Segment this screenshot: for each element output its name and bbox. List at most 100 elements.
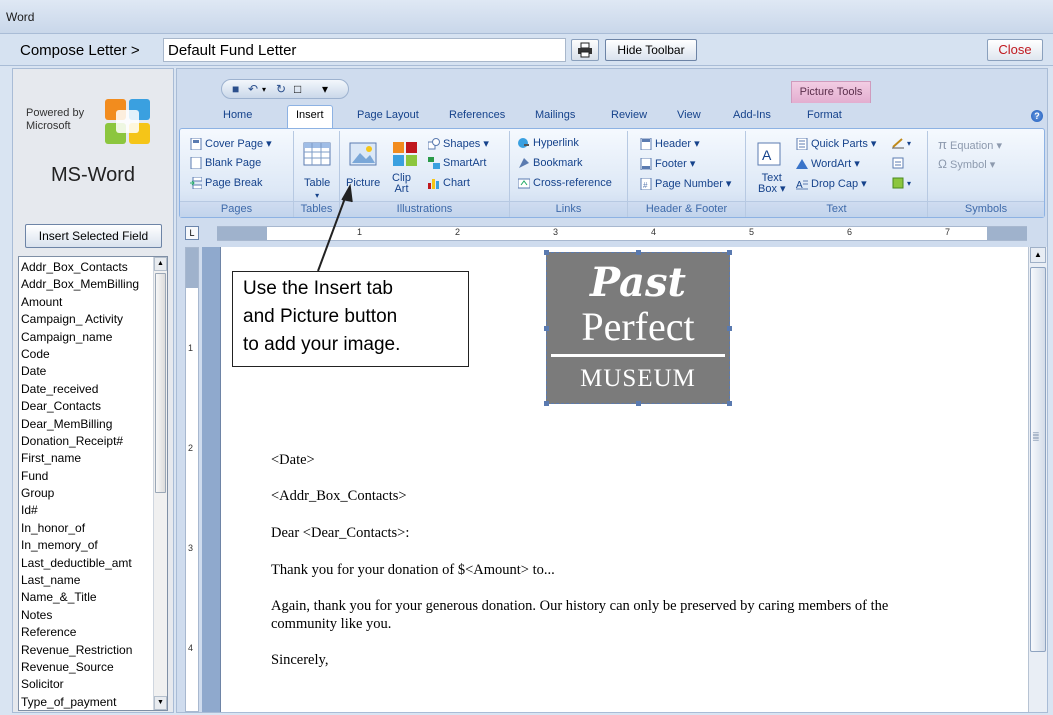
resize-handle[interactable] — [636, 401, 641, 406]
page-number-button[interactable]: # Page Number ▾ — [640, 177, 731, 191]
tab-format[interactable]: Format — [807, 109, 842, 121]
cover-page-button[interactable]: Cover Page ▾ — [190, 137, 272, 151]
page-break-button[interactable]: Page Break — [190, 177, 262, 190]
field-list-item[interactable]: Last_deductible_amt — [21, 555, 167, 572]
field-list-item[interactable]: Last_name — [21, 572, 167, 589]
tab-mailings[interactable]: Mailings — [535, 109, 575, 121]
tab-references[interactable]: References — [449, 109, 505, 121]
field-list-item[interactable]: Solicitor — [21, 676, 167, 693]
quick-access-toolbar: ■ ↶ ▾ ↻ □ ▾ — [221, 79, 349, 99]
field-list-item[interactable]: Type_of_payment — [21, 694, 167, 710]
field-list-item[interactable]: In_honor_of — [21, 520, 167, 537]
field-list-item[interactable]: Date_received — [21, 381, 167, 398]
tab-review[interactable]: Review — [611, 109, 647, 121]
field-list-item[interactable]: Campaign_ Activity — [21, 311, 167, 328]
scroll-down-arrow-icon[interactable]: ▼ — [154, 696, 167, 710]
chart-button[interactable]: Chart — [428, 177, 470, 190]
symbol-button[interactable]: Ω Symbol ▾ — [938, 157, 995, 171]
scroll-up-arrow-icon[interactable]: ▲ — [154, 257, 167, 271]
tab-insert[interactable]: Insert — [287, 105, 333, 129]
field-list-item[interactable]: Fund — [21, 468, 167, 485]
bookmark-button[interactable]: Bookmark — [518, 157, 583, 169]
field-list-item[interactable]: Name_&_Title — [21, 589, 167, 606]
quick-parts-button[interactable]: Quick Parts ▾ — [796, 137, 876, 151]
tab-page-layout[interactable]: Page Layout — [357, 109, 419, 121]
blank-page-button[interactable]: Blank Page — [190, 157, 261, 170]
resize-handle[interactable] — [544, 250, 549, 255]
table-button[interactable]: Table ▾ — [304, 177, 330, 201]
field-list-item[interactable]: First_name — [21, 450, 167, 467]
field-list-item[interactable]: In_memory_of — [21, 537, 167, 554]
text-box-button[interactable]: Text Box ▾ — [758, 173, 786, 195]
past-perfect-logo-image[interactable]: Past Perfect MUSEUM — [544, 250, 732, 406]
text-box-icon[interactable]: A — [754, 139, 784, 169]
insert-selected-field-button[interactable]: Insert Selected Field — [25, 224, 162, 248]
clip-art-button[interactable]: Clip Art — [392, 173, 411, 195]
customize-toolbar-icon[interactable]: ▾ — [322, 82, 328, 96]
field-list-item[interactable]: Dear_Contacts — [21, 398, 167, 415]
field-list-item[interactable]: Campaign_name — [21, 329, 167, 346]
field-list-item[interactable]: Date — [21, 363, 167, 380]
new-document-icon[interactable]: □ — [294, 82, 301, 96]
field-list-item[interactable]: Code — [21, 346, 167, 363]
equation-button[interactable]: π Equation ▾ — [938, 137, 1002, 152]
help-icon[interactable]: ? — [1031, 110, 1043, 122]
instruction-callout: Use the Insert tab and Picture button to… — [232, 271, 469, 367]
resize-handle[interactable] — [727, 401, 732, 406]
field-list-item[interactable]: Donation_Receipt# — [21, 433, 167, 450]
print-button[interactable] — [571, 39, 599, 61]
tab-add-ins[interactable]: Add-Ins — [733, 109, 771, 121]
undo-dropdown-icon[interactable]: ▾ — [262, 85, 266, 94]
undo-icon[interactable]: ↶ — [248, 82, 258, 96]
scroll-thumb[interactable] — [155, 273, 166, 493]
table-icon[interactable] — [302, 139, 332, 169]
tab-view[interactable]: View — [677, 109, 701, 121]
tab-selector[interactable]: L — [185, 226, 199, 240]
field-list-item[interactable]: Dear_MemBilling — [21, 416, 167, 433]
clip-art-icon[interactable] — [390, 139, 420, 169]
field-list-item[interactable]: Reference — [21, 624, 167, 641]
group-illustrations: Picture Clip Art Shapes ▾ SmartArt Chart … — [340, 131, 510, 217]
field-list-item[interactable]: Revenue_Source — [21, 659, 167, 676]
resize-handle[interactable] — [636, 250, 641, 255]
field-list-item[interactable]: Id# — [21, 502, 167, 519]
redo-icon[interactable]: ↻ — [276, 82, 286, 96]
header-button[interactable]: Header ▾ — [640, 137, 700, 151]
drop-cap-button[interactable]: A Drop Cap ▾ — [796, 177, 867, 190]
compose-bar: Compose Letter > Default Fund Letter Hid… — [0, 34, 1053, 66]
vertical-ruler[interactable]: 1 2 3 4 — [185, 247, 199, 712]
scroll-up-arrow-icon[interactable]: ▲ — [1030, 247, 1046, 263]
smartart-button[interactable]: SmartArt — [428, 157, 486, 170]
field-list-item[interactable]: Addr_Box_MemBilling — [21, 276, 167, 293]
picture-icon[interactable] — [348, 139, 378, 169]
hyperlink-button[interactable]: Hyperlink — [518, 137, 579, 149]
tab-home[interactable]: Home — [223, 109, 252, 121]
picture-button[interactable]: Picture — [346, 177, 380, 189]
field-list-item[interactable]: Notes — [21, 607, 167, 624]
resize-handle[interactable] — [727, 250, 732, 255]
cross-reference-button[interactable]: Cross-reference — [518, 177, 612, 189]
document-scroll-thumb[interactable] — [1030, 267, 1046, 652]
close-button[interactable]: Close — [987, 39, 1043, 61]
compose-label: Compose Letter > — [20, 42, 140, 59]
field-list[interactable]: Addr_Box_Contacts Addr_Box_MemBilling Amou… — [18, 256, 168, 711]
resize-handle[interactable] — [544, 401, 549, 406]
letter-name-field[interactable]: Default Fund Letter — [163, 38, 566, 62]
footer-button[interactable]: Footer ▾ — [640, 157, 695, 171]
table-label: Table — [304, 177, 331, 189]
hide-toolbar-button[interactable]: Hide Toolbar — [605, 39, 697, 61]
field-list-scrollbar[interactable]: ▲ ▼ — [153, 257, 167, 710]
field-list-item[interactable]: Amount — [21, 294, 167, 311]
document-scrollbar[interactable]: ▲ ═ ═ ═ — [1028, 247, 1047, 712]
field-list-item[interactable]: Group — [21, 485, 167, 502]
field-list-item[interactable]: Addr_Box_Contacts — [21, 259, 167, 276]
pi-icon: π — [938, 137, 947, 152]
save-icon[interactable]: ■ — [232, 82, 239, 96]
shapes-button[interactable]: Shapes ▾ — [428, 137, 489, 150]
signature-line-button[interactable]: ▾ — [892, 137, 911, 149]
insert-object-button[interactable]: ▾ — [892, 177, 911, 189]
date-time-button[interactable] — [892, 157, 907, 169]
horizontal-ruler[interactable]: 1 2 3 4 5 6 7 — [217, 226, 1027, 241]
field-list-item[interactable]: Revenue_Restriction — [21, 642, 167, 659]
wordart-button[interactable]: WordArt ▾ — [796, 157, 860, 170]
